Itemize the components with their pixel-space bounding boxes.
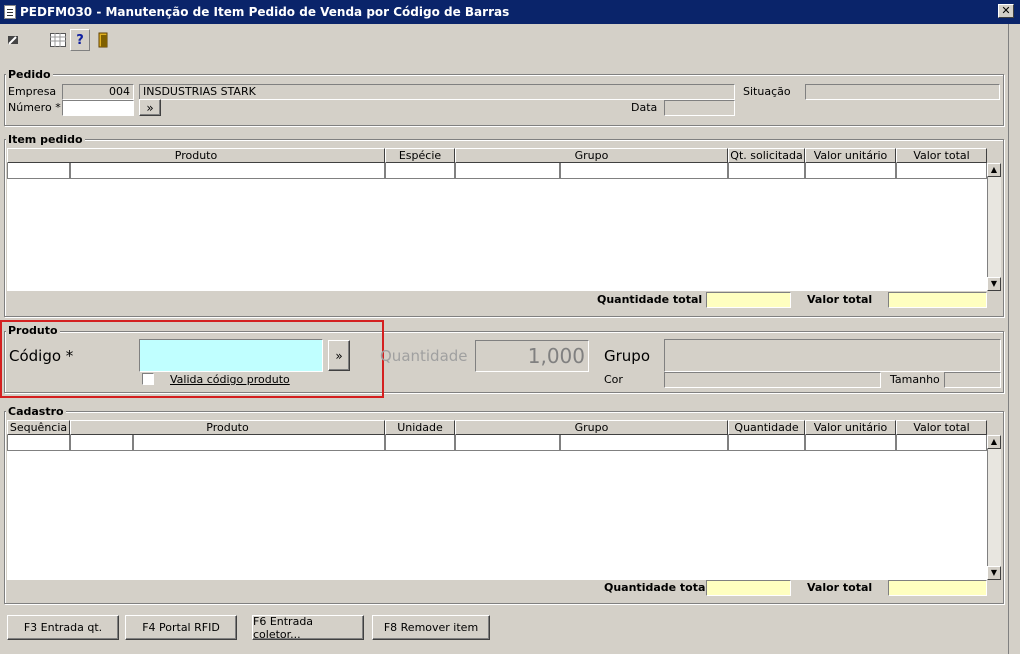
grupo-label: Grupo [604, 347, 650, 365]
codigo-input[interactable] [139, 339, 323, 372]
cadastro-qtd-total-label: Quantidade total [604, 581, 710, 594]
f3-entrada-qt-button[interactable]: F3 Entrada qt. [7, 615, 119, 640]
back-icon[interactable] [4, 30, 22, 50]
qtd-total-label: Quantidade total [597, 293, 703, 306]
numero-input[interactable] [62, 100, 134, 116]
cadastro-title: Cadastro [6, 405, 66, 418]
table-cell[interactable] [896, 163, 987, 179]
window-title: PEDFM030 - Manutenção de Item Pedido de … [20, 5, 510, 19]
data-label: Data [631, 101, 658, 114]
pedido-title: Pedido [6, 68, 53, 81]
tamanho-label: Tamanho [890, 373, 940, 386]
column-header[interactable]: Valor total [896, 148, 987, 163]
help-icon[interactable]: ? [70, 29, 90, 51]
table-cell[interactable] [385, 163, 455, 179]
codigo-lookup-button[interactable]: » [328, 340, 350, 371]
f8-remover-item-button[interactable]: F8 Remover item [372, 615, 490, 640]
scroll-up-button[interactable]: ▲ [987, 435, 1001, 449]
numero-lookup-button[interactable]: » [139, 99, 161, 116]
data-field [664, 100, 735, 116]
cadastro-qtd-total-field [706, 580, 791, 596]
column-header[interactable]: Quantidade [728, 420, 805, 435]
column-header[interactable]: Produto [7, 148, 385, 163]
app-icon [4, 5, 16, 19]
valida-label[interactable]: Valida código produto [170, 373, 290, 386]
table-cell[interactable] [560, 435, 728, 451]
scroll-down-button[interactable]: ▼ [987, 277, 1001, 291]
table-cell[interactable] [7, 163, 70, 179]
column-header[interactable]: Valor unitário [805, 420, 896, 435]
table-cell[interactable] [728, 163, 805, 179]
table-cell[interactable] [805, 163, 896, 179]
table-cell[interactable] [455, 435, 560, 451]
column-header[interactable]: Valor total [896, 420, 987, 435]
grupo-field [664, 339, 1001, 372]
table-cell[interactable] [70, 163, 385, 179]
tamanho-field [944, 372, 1001, 388]
cor-field [664, 372, 881, 388]
empresa-code-field: 004 [62, 84, 134, 100]
qtd-total-field [706, 292, 791, 308]
item-pedido-title: Item pedido [6, 133, 85, 146]
cadastro-valor-total-label: Valor total [807, 581, 873, 594]
quantidade-label: Quantidade [380, 347, 468, 365]
table-cell[interactable] [896, 435, 987, 451]
table-row[interactable] [7, 435, 987, 451]
column-header[interactable]: Grupo [455, 420, 728, 435]
cadastro-scrollbar[interactable] [987, 435, 1001, 580]
table-cell[interactable] [560, 163, 728, 179]
exit-icon[interactable] [94, 30, 114, 50]
item-pedido-header: Produto Espécie Grupo Qt. solicitada Val… [7, 148, 987, 163]
column-header[interactable]: Grupo [455, 148, 728, 163]
table-cell[interactable] [455, 163, 560, 179]
valor-total-label: Valor total [807, 293, 873, 306]
cadastro-valor-total-field [888, 580, 987, 596]
table-cell[interactable] [805, 435, 896, 451]
window-right-edge [1008, 24, 1020, 654]
produto-title: Produto [6, 324, 60, 337]
grid-icon[interactable] [48, 30, 68, 50]
table-cell[interactable] [70, 435, 133, 451]
table-cell[interactable] [385, 435, 455, 451]
f6-entrada-coletor-button[interactable]: F6 Entrada coletor... [252, 615, 364, 641]
empresa-label: Empresa [8, 85, 57, 98]
valida-checkbox[interactable] [142, 373, 154, 385]
valor-total-field [888, 292, 987, 308]
scroll-up-button[interactable]: ▲ [987, 163, 1001, 177]
situacao-field [805, 84, 1000, 100]
cor-label: Cor [604, 373, 623, 386]
table-row[interactable] [7, 163, 987, 179]
column-header[interactable]: Valor unitário [805, 148, 896, 163]
column-header[interactable]: Sequência [7, 420, 70, 435]
column-header[interactable]: Unidade [385, 420, 455, 435]
close-button[interactable]: ✕ [998, 4, 1014, 18]
quantidade-field[interactable]: 1,000 [475, 340, 589, 372]
table-cell[interactable] [728, 435, 805, 451]
table-cell[interactable] [7, 435, 70, 451]
item-pedido-scrollbar[interactable] [987, 163, 1001, 291]
column-header[interactable]: Qt. solicitada [728, 148, 805, 163]
scroll-down-button[interactable]: ▼ [987, 566, 1001, 580]
empresa-name-field: INSDUSTRIAS STARK [139, 84, 735, 100]
numero-label: Número * [8, 101, 61, 114]
column-header[interactable]: Espécie [385, 148, 455, 163]
table-cell[interactable] [133, 435, 385, 451]
situacao-label: Situação [743, 85, 791, 98]
cadastro-header: Sequência Produto Unidade Grupo Quantida… [7, 420, 987, 435]
f4-portal-rfid-button[interactable]: F4 Portal RFID [125, 615, 237, 640]
codigo-label: Código * [9, 347, 74, 365]
column-header[interactable]: Produto [70, 420, 385, 435]
title-bar: PEDFM030 - Manutenção de Item Pedido de … [0, 0, 1020, 24]
